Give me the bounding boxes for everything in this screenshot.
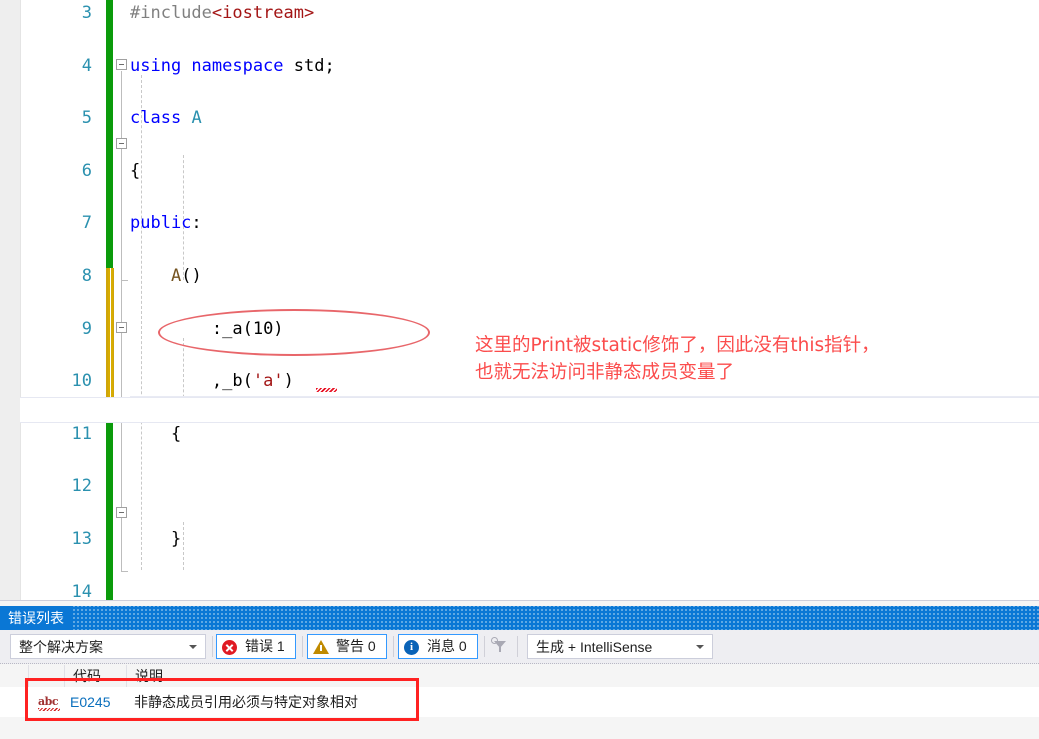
error-list-panel[interactable]: 错误列表 整个解决方案 错误 1 警告 0 消息 0 [0,600,1039,739]
code-line[interactable]: 12 [0,473,1039,499]
info-icon [404,640,419,655]
code-line[interactable]: 8 A() [0,263,1039,289]
line-text: ,_b('a') [211,371,294,392]
line-number: 5 [81,108,92,129]
scope-filter-value: 整个解决方案 [19,639,103,655]
line-number: 13 [71,528,92,549]
visual-studio-window: 3 #include<iostream> 4 using namespace s… [0,0,1039,739]
error-squiggle [316,388,337,392]
code-line[interactable]: 4 using namespace std; [0,53,1039,79]
warning-icon [313,640,329,654]
scope-filter-combobox[interactable]: 整个解决方案 [10,634,206,659]
line-number: 10 [71,371,92,392]
toolbar-separator-5 [517,636,518,657]
line-text: { [170,423,182,444]
toolbar-separator-1 [212,636,213,657]
line-number: 6 [81,160,92,181]
line-text: public: [130,213,202,234]
line-number: 14 [71,581,92,600]
line-number: 9 [81,318,92,339]
code-line[interactable]: 5 class A [0,105,1039,131]
chevron-down-icon [696,645,704,649]
line-text: { [130,160,141,181]
source-filter-combobox[interactable]: 生成 + IntelliSense [527,634,713,659]
code-editor[interactable]: 3 #include<iostream> 4 using namespace s… [0,0,1039,600]
code-line[interactable]: 14 [0,579,1039,600]
warning-category-label: 警告 0 [336,638,376,654]
title-bar-drag-handle[interactable] [72,606,1039,630]
filter-icon[interactable] [490,636,510,656]
toolbar-separator-4 [484,636,485,657]
error-category-label: 错误 1 [245,638,285,654]
line-number: 7 [81,213,92,234]
line-number: 4 [81,55,92,76]
annotation-note-line2: 也就无法访问非静态成员变量了 [475,362,735,383]
line-number: 8 [81,265,92,286]
code-line[interactable]: 6 { [0,158,1039,184]
panel-title-text: 错误列表 [8,610,64,626]
line-text: #include<iostream> [130,3,315,23]
line-text: A() [170,265,202,286]
source-filter-value: 生成 + IntelliSense [536,639,653,655]
line-text: class A [130,108,202,129]
line-text: } [170,528,182,549]
toolbar-separator-3 [393,636,394,657]
code-line[interactable]: 3 #include<iostream> [0,0,1039,26]
message-category-button[interactable]: 消息 0 [398,634,478,659]
line-number: 11 [71,423,92,444]
code-line[interactable]: 11 { [0,421,1039,447]
line-number: 3 [81,3,92,23]
line-number: 12 [71,476,92,497]
error-icon [222,640,237,655]
annotation-ellipse [158,309,430,356]
message-category-label: 消息 0 [427,638,467,654]
code-line[interactable]: 7 public: [0,210,1039,236]
error-category-button[interactable]: 错误 1 [216,634,296,659]
code-line-container[interactable]: 3 #include<iostream> 4 using namespace s… [0,0,1039,600]
annotation-rectangle [25,678,419,721]
warning-category-button[interactable]: 警告 0 [307,634,387,659]
error-list-title-bar[interactable]: 错误列表 [0,606,1039,630]
chevron-down-icon [189,645,197,649]
code-line[interactable]: 13 } [0,526,1039,552]
toolbar-separator-2 [302,636,303,657]
line-text: using namespace std; [130,55,335,76]
error-list-toolbar[interactable]: 整个解决方案 错误 1 警告 0 消息 0 [0,630,1039,664]
annotation-note-line1: 这里的Print被static修饰了，因此没有this指针， [475,335,880,356]
